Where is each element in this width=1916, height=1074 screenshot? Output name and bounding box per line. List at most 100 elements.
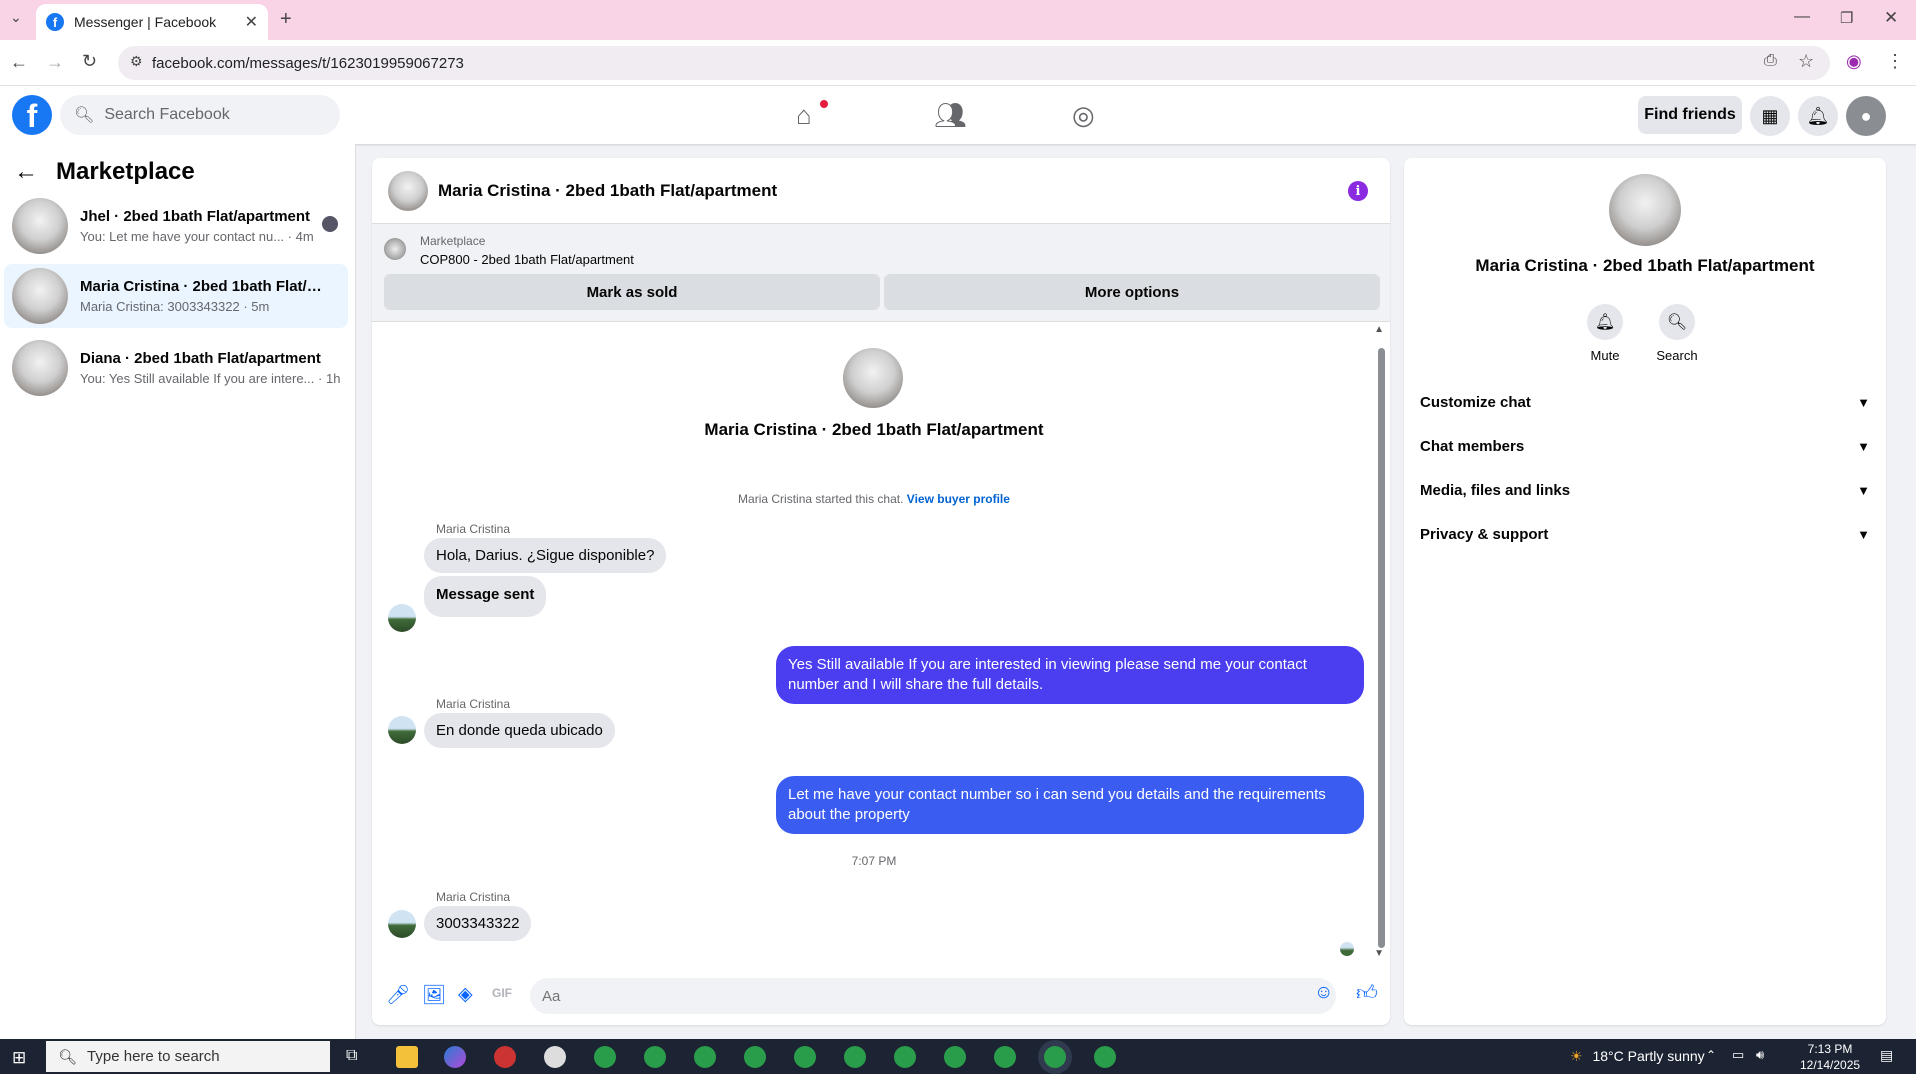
- avatar: [12, 268, 68, 324]
- profile-icon[interactable]: ◉: [1846, 51, 1862, 72]
- chrome-profile-icon[interactable]: [794, 1046, 816, 1068]
- conversation-item[interactable]: Jhel · 2bed 1bath Flat/apartment You: Le…: [4, 194, 348, 258]
- gif-icon[interactable]: GIF: [492, 986, 512, 1000]
- taskbar-search-input[interactable]: 🔍︎ Type here to search: [46, 1041, 330, 1072]
- customize-chat-section[interactable]: Customize chat ▼: [1420, 382, 1870, 422]
- listing-title[interactable]: COP800 - 2bed 1bath Flat/apartment: [420, 252, 634, 267]
- message-thread: Maria Cristina · 2bed 1bath Flat/apartme…: [372, 322, 1390, 962]
- facebook-logo-icon[interactable]: f: [12, 95, 52, 135]
- chat-members-section[interactable]: Chat members ▼: [1420, 426, 1870, 466]
- section-label: Privacy & support: [1420, 525, 1549, 543]
- conversation-time: 4m: [295, 229, 314, 244]
- friends-icon[interactable]: 👥︎: [934, 100, 967, 131]
- close-tab-icon[interactable]: ✕: [245, 12, 258, 32]
- facebook-search-input[interactable]: 🔍︎ Search Facebook: [60, 95, 340, 135]
- chrome-app-icon[interactable]: [494, 1046, 516, 1068]
- windows-taskbar: ⊞ 🔍︎ Type here to search ⧉ ☀ 18°C Partly…: [0, 1039, 1916, 1074]
- minimize-icon[interactable]: —: [1794, 8, 1810, 26]
- reload-icon[interactable]: ↻: [82, 51, 97, 72]
- menu-grid-icon[interactable]: ▦: [1750, 96, 1790, 136]
- scroll-down-icon[interactable]: ▼: [1374, 948, 1384, 959]
- site-info-icon[interactable]: ⚙: [130, 53, 143, 70]
- more-options-button[interactable]: More options: [884, 274, 1380, 310]
- new-tab-icon[interactable]: +: [280, 8, 292, 31]
- chrome-profile-icon[interactable]: [844, 1046, 866, 1068]
- menu-dots-icon[interactable]: ⋮: [1886, 51, 1904, 72]
- message-bubble-incoming[interactable]: 3003343322: [424, 906, 532, 941]
- install-app-icon[interactable]: ⎙: [1764, 52, 1777, 70]
- file-explorer-icon[interactable]: [396, 1046, 418, 1068]
- contact-avatar: [843, 348, 903, 408]
- volume-icon[interactable]: 🔊︎: [1756, 1047, 1764, 1063]
- tab-list-icon[interactable]: ⌄: [10, 9, 22, 26]
- message-input[interactable]: [530, 978, 1336, 1014]
- avatar[interactable]: [388, 170, 428, 211]
- chrome-profile-icon-active[interactable]: [1044, 1046, 1066, 1068]
- url-field[interactable]: ⚙ facebook.com/messages/t/16230199590672…: [118, 46, 1830, 80]
- chevron-down-icon: ▼: [1857, 526, 1870, 542]
- search-label: Search: [1656, 348, 1698, 363]
- windows-start-icon[interactable]: ⊞: [12, 1048, 26, 1068]
- weather-widget[interactable]: ☀ 18°C Partly sunny: [1570, 1048, 1705, 1065]
- view-buyer-profile-link[interactable]: View buyer profile: [907, 492, 1010, 506]
- task-view-icon[interactable]: ⧉: [346, 1047, 357, 1065]
- facebook-search-placeholder: Search Facebook: [104, 106, 230, 123]
- conversation-item-active[interactable]: Maria Cristina · 2bed 1bath Flat/apartme…: [4, 264, 348, 328]
- conversation-name: Diana · 2bed 1bath Flat/apartment: [80, 350, 321, 367]
- sender-name: Maria Cristina: [436, 522, 511, 536]
- chrome-profile-icon[interactable]: [594, 1046, 616, 1068]
- chat-header-name[interactable]: Maria Cristina · 2bed 1bath Flat/apartme…: [438, 181, 777, 201]
- back-arrow-icon[interactable]: ←: [14, 158, 38, 186]
- weather-text: 18°C Partly sunny: [1592, 1048, 1705, 1064]
- system-clock[interactable]: 7:13 PM 12/14/2025: [1800, 1041, 1860, 1073]
- sticker-icon[interactable]: ◈: [458, 983, 473, 1006]
- copilot-icon[interactable]: [444, 1046, 466, 1068]
- message-bubble-incoming[interactable]: En donde queda ubicado: [424, 713, 615, 748]
- mute-button[interactable]: 🔔︎ Mute: [1570, 304, 1640, 363]
- chrome-profile-icon[interactable]: [994, 1046, 1016, 1068]
- message-bubble-outgoing[interactable]: Yes Still available If you are intereste…: [776, 646, 1364, 704]
- mark-as-sold-button[interactable]: Mark as sold: [384, 274, 880, 310]
- chrome-profile-icon[interactable]: [694, 1046, 716, 1068]
- app-icon[interactable]: [544, 1046, 566, 1068]
- scroll-up-icon[interactable]: ▲: [1374, 324, 1384, 335]
- chrome-profile-icon[interactable]: [644, 1046, 666, 1068]
- home-icon[interactable]: ⌂: [796, 100, 812, 131]
- account-avatar-icon[interactable]: ●: [1846, 96, 1886, 136]
- contact-name: Maria Cristina · 2bed 1bath Flat/apartme…: [704, 420, 1044, 439]
- conversation-item[interactable]: Diana · 2bed 1bath Flat/apartment You: Y…: [4, 336, 348, 400]
- bell-icon: 🔔︎: [1587, 304, 1623, 340]
- restore-icon[interactable]: ❐: [1840, 9, 1853, 27]
- search-button[interactable]: 🔍︎ Search: [1642, 304, 1712, 363]
- sender-name: Maria Cristina: [436, 890, 511, 904]
- privacy-support-section[interactable]: Privacy & support ▼: [1420, 514, 1870, 554]
- find-friends-button[interactable]: Find friends: [1638, 96, 1742, 134]
- emoji-icon[interactable]: ☺: [1314, 982, 1333, 1004]
- groups-icon[interactable]: ◎: [1072, 100, 1095, 131]
- network-icon[interactable]: ▭: [1732, 1047, 1744, 1063]
- like-thumbs-up-icon[interactable]: 👍︎: [1356, 980, 1378, 1006]
- media-files-links-section[interactable]: Media, files and links ▼: [1420, 470, 1870, 510]
- scrollbar-thumb[interactable]: [1378, 348, 1385, 948]
- chat-header: Maria Cristina · 2bed 1bath Flat/apartme…: [372, 158, 1390, 224]
- close-window-icon[interactable]: ✕: [1884, 8, 1898, 28]
- notification-center-icon[interactable]: ▤: [1880, 1047, 1893, 1064]
- message-bubble-incoming[interactable]: Hola, Darius. ¿Sigue disponible?: [424, 538, 667, 573]
- chevron-down-icon: ▼: [1857, 394, 1870, 410]
- forward-icon[interactable]: →: [46, 52, 64, 73]
- photo-icon[interactable]: 🖼︎: [422, 983, 446, 1007]
- info-icon[interactable]: i: [1348, 181, 1368, 201]
- chrome-profile-icon[interactable]: [894, 1046, 916, 1068]
- chrome-profile-icon[interactable]: [744, 1046, 766, 1068]
- show-hidden-icons-icon[interactable]: ⌃: [1706, 1048, 1716, 1062]
- bookmark-star-icon[interactable]: ☆: [1798, 51, 1814, 72]
- message-bubble-outgoing[interactable]: Let me have your contact number so i can…: [776, 776, 1364, 834]
- search-icon: 🔍︎: [1659, 304, 1695, 340]
- microphone-icon[interactable]: 🎤︎: [386, 983, 410, 1007]
- notifications-bell-icon[interactable]: 🔔︎: [1798, 96, 1838, 136]
- back-icon[interactable]: ←: [10, 52, 28, 73]
- browser-tab[interactable]: f Messenger | Facebook ✕: [36, 4, 268, 40]
- message-bubble-incoming[interactable]: Message sent: [424, 576, 547, 617]
- chrome-profile-icon[interactable]: [1094, 1046, 1116, 1068]
- chrome-profile-icon[interactable]: [944, 1046, 966, 1068]
